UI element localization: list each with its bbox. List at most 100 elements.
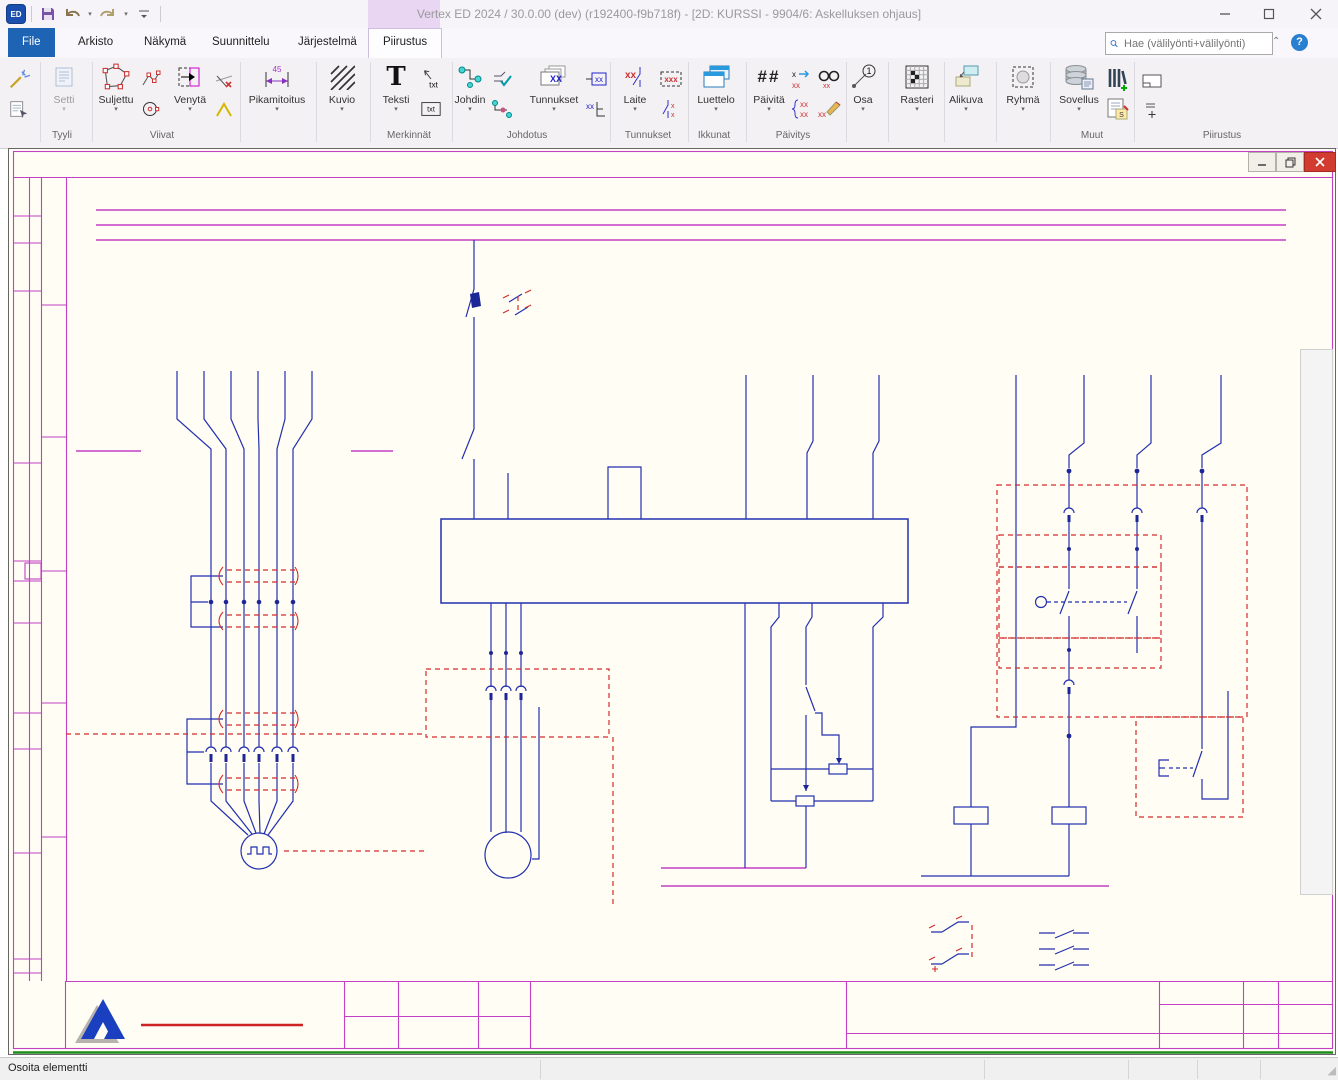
ribbon-label: Venytä: [174, 94, 206, 106]
ribbon-pikamitoitus-button[interactable]: 45Pikamitoitus▾: [239, 60, 315, 124]
undo-button[interactable]: [61, 3, 83, 25]
tab-arkisto[interactable]: Arkisto: [64, 28, 127, 57]
ribbon-scriptedit-button[interactable]: S: [1104, 96, 1129, 122]
divider: [160, 6, 161, 22]
help-button[interactable]: ?: [1291, 34, 1308, 51]
ribbon-laite-button[interactable]: xxLaite▾: [604, 60, 666, 124]
divider: [540, 1060, 541, 1079]
drawing-canvas[interactable]: [8, 148, 1336, 1055]
search-box[interactable]: [1105, 32, 1273, 55]
box-PK1: [1136, 717, 1243, 817]
search-input[interactable]: [1122, 37, 1268, 51]
application-window: ED ▾ ▾ Vertex ED 2024 / 30.0.00 (dev) (r…: [0, 0, 1338, 1080]
ribbon-label: Johdin: [455, 94, 486, 106]
ribbon-trim-button[interactable]: [211, 66, 236, 92]
chevron-down-icon: ▾: [714, 106, 718, 113]
ribbon-label: Osa: [853, 94, 872, 106]
ribbon-kuvio-button[interactable]: Kuvio▾: [311, 60, 373, 124]
titlebar: ED ▾ ▾ Vertex ED 2024 / 30.0.00 (dev) (r…: [0, 0, 1338, 29]
ribbon-xmove-button[interactable]: xxx: [789, 66, 814, 92]
location-boxes: [66, 296, 1247, 957]
johdin-icon: [457, 60, 483, 94]
redo-button[interactable]: [97, 3, 119, 25]
svg-text:xx: xx: [800, 100, 808, 109]
maximize-button[interactable]: [1249, 0, 1289, 28]
svg-text:xx: xx: [792, 81, 800, 90]
tab-näkymä[interactable]: Näkymä: [130, 28, 200, 57]
minimize-icon: [1257, 157, 1267, 167]
customize-quick-access-button[interactable]: [133, 3, 155, 25]
wiredot-icon: [491, 98, 513, 120]
potentiometer-2R1: [829, 764, 847, 774]
svg-text:xx: xx: [595, 75, 603, 84]
ribbon-label: Suljettu: [98, 94, 133, 106]
drawing-minimize-button[interactable]: [1248, 152, 1276, 172]
tab-järjestelmä[interactable]: Järjestelmä: [284, 28, 371, 57]
ribbon-osa-button[interactable]: 1Osa▾: [832, 60, 894, 124]
sheetsel-icon: [1141, 72, 1163, 90]
ribbon-alikuva-button[interactable]: Alikuva▾: [935, 60, 997, 124]
bracexx-icon: xxxx: [790, 98, 814, 120]
trim-icon: [214, 69, 234, 89]
ribbon-devbox-button[interactable]: xxx: [658, 66, 683, 92]
ribbon-label: Sovellus: [1059, 94, 1099, 106]
chevron-down-icon: ▾: [188, 106, 192, 113]
chevron-down-icon: ▾: [88, 10, 92, 18]
close-button[interactable]: [1296, 0, 1336, 28]
ribbon-wirecheck-button[interactable]: [489, 66, 514, 92]
redo-icon: [99, 6, 117, 22]
ribbon-scaleicon-button[interactable]: [1139, 97, 1164, 123]
ribbon-group-piirustus: Piirustus: [1203, 130, 1241, 141]
windowsxx-icon: XX: [539, 60, 569, 94]
minimize-button[interactable]: [1205, 0, 1245, 28]
chevron-down-icon: ▾: [394, 106, 398, 113]
drawing-close-button[interactable]: [1304, 152, 1336, 172]
chevron-down-icon: ▾: [340, 106, 344, 113]
ribbon-tunnukset-button[interactable]: XXTunnukset▾: [520, 60, 588, 124]
ribbon-wiredot-button[interactable]: [489, 96, 514, 122]
paivita-icon: ##: [758, 60, 781, 94]
svg-text:S: S: [1119, 112, 1124, 119]
window-title: Vertex ED 2024 / 30.0.00 (dev) (r192400-…: [0, 0, 1338, 28]
ribbon-wand-button[interactable]: [6, 66, 31, 92]
scriptedit-icon: S: [1105, 97, 1129, 121]
resize-grip[interactable]: ◢: [1328, 1064, 1336, 1077]
app-icon[interactable]: ED: [6, 4, 26, 24]
svg-text:xx: xx: [800, 110, 808, 119]
ribbon-fillet-button[interactable]: [211, 96, 236, 122]
undo-icon: [63, 6, 81, 22]
ribbon-group-viivat: Viivat: [150, 130, 174, 141]
ribbon-label: Kuvio: [329, 94, 355, 106]
ribbon-bracexx-button[interactable]: xxxx: [789, 96, 814, 122]
svg-text:x: x: [671, 112, 675, 119]
tab-suunnittelu[interactable]: Suunnittelu: [198, 28, 284, 57]
statusbar: Osoita elementti ◢: [0, 1057, 1338, 1080]
ribbon-propsheet-button[interactable]: [6, 96, 31, 122]
chevron-down-icon: ▾: [964, 106, 968, 113]
alikuva-icon: [952, 60, 980, 94]
tab-file[interactable]: File: [8, 28, 55, 57]
ribbon-sovellus-button[interactable]: Sovellus▾: [1048, 60, 1110, 124]
ribbon-collapse-button[interactable]: ⌃: [1272, 36, 1280, 47]
drawing-restore-button[interactable]: [1276, 152, 1304, 172]
svg-text:txt: txt: [429, 80, 438, 89]
ribbon-group-separator: [1134, 62, 1135, 142]
ribbon-label: Teksti: [383, 94, 410, 106]
ribbon-label: Ryhmä: [1006, 94, 1039, 106]
redo-dropdown[interactable]: ▾: [121, 3, 131, 25]
svg-text:xx: xx: [823, 83, 831, 90]
ribbon-contactx-button[interactable]: xx: [658, 96, 683, 122]
ribbon-sheetsel-button[interactable]: [1139, 68, 1164, 94]
tab-piirustus[interactable]: Piirustus: [368, 28, 442, 59]
svg-text:xx: xx: [818, 110, 826, 119]
divider: [1260, 1060, 1261, 1079]
help-icon: ?: [1296, 36, 1303, 48]
save-button[interactable]: [37, 3, 59, 25]
ribbon-group-tyyli: Tyyli: [52, 130, 72, 141]
undo-dropdown[interactable]: ▾: [85, 3, 95, 25]
side-toolbar: [1300, 349, 1333, 895]
minimize-icon: [1219, 8, 1231, 20]
ribbon-ryhm--button[interactable]: Ryhmä▾: [992, 60, 1054, 124]
ribbon-label: Pikamitoitus: [249, 94, 306, 106]
ribbon-appadd-button[interactable]: [1104, 66, 1129, 92]
